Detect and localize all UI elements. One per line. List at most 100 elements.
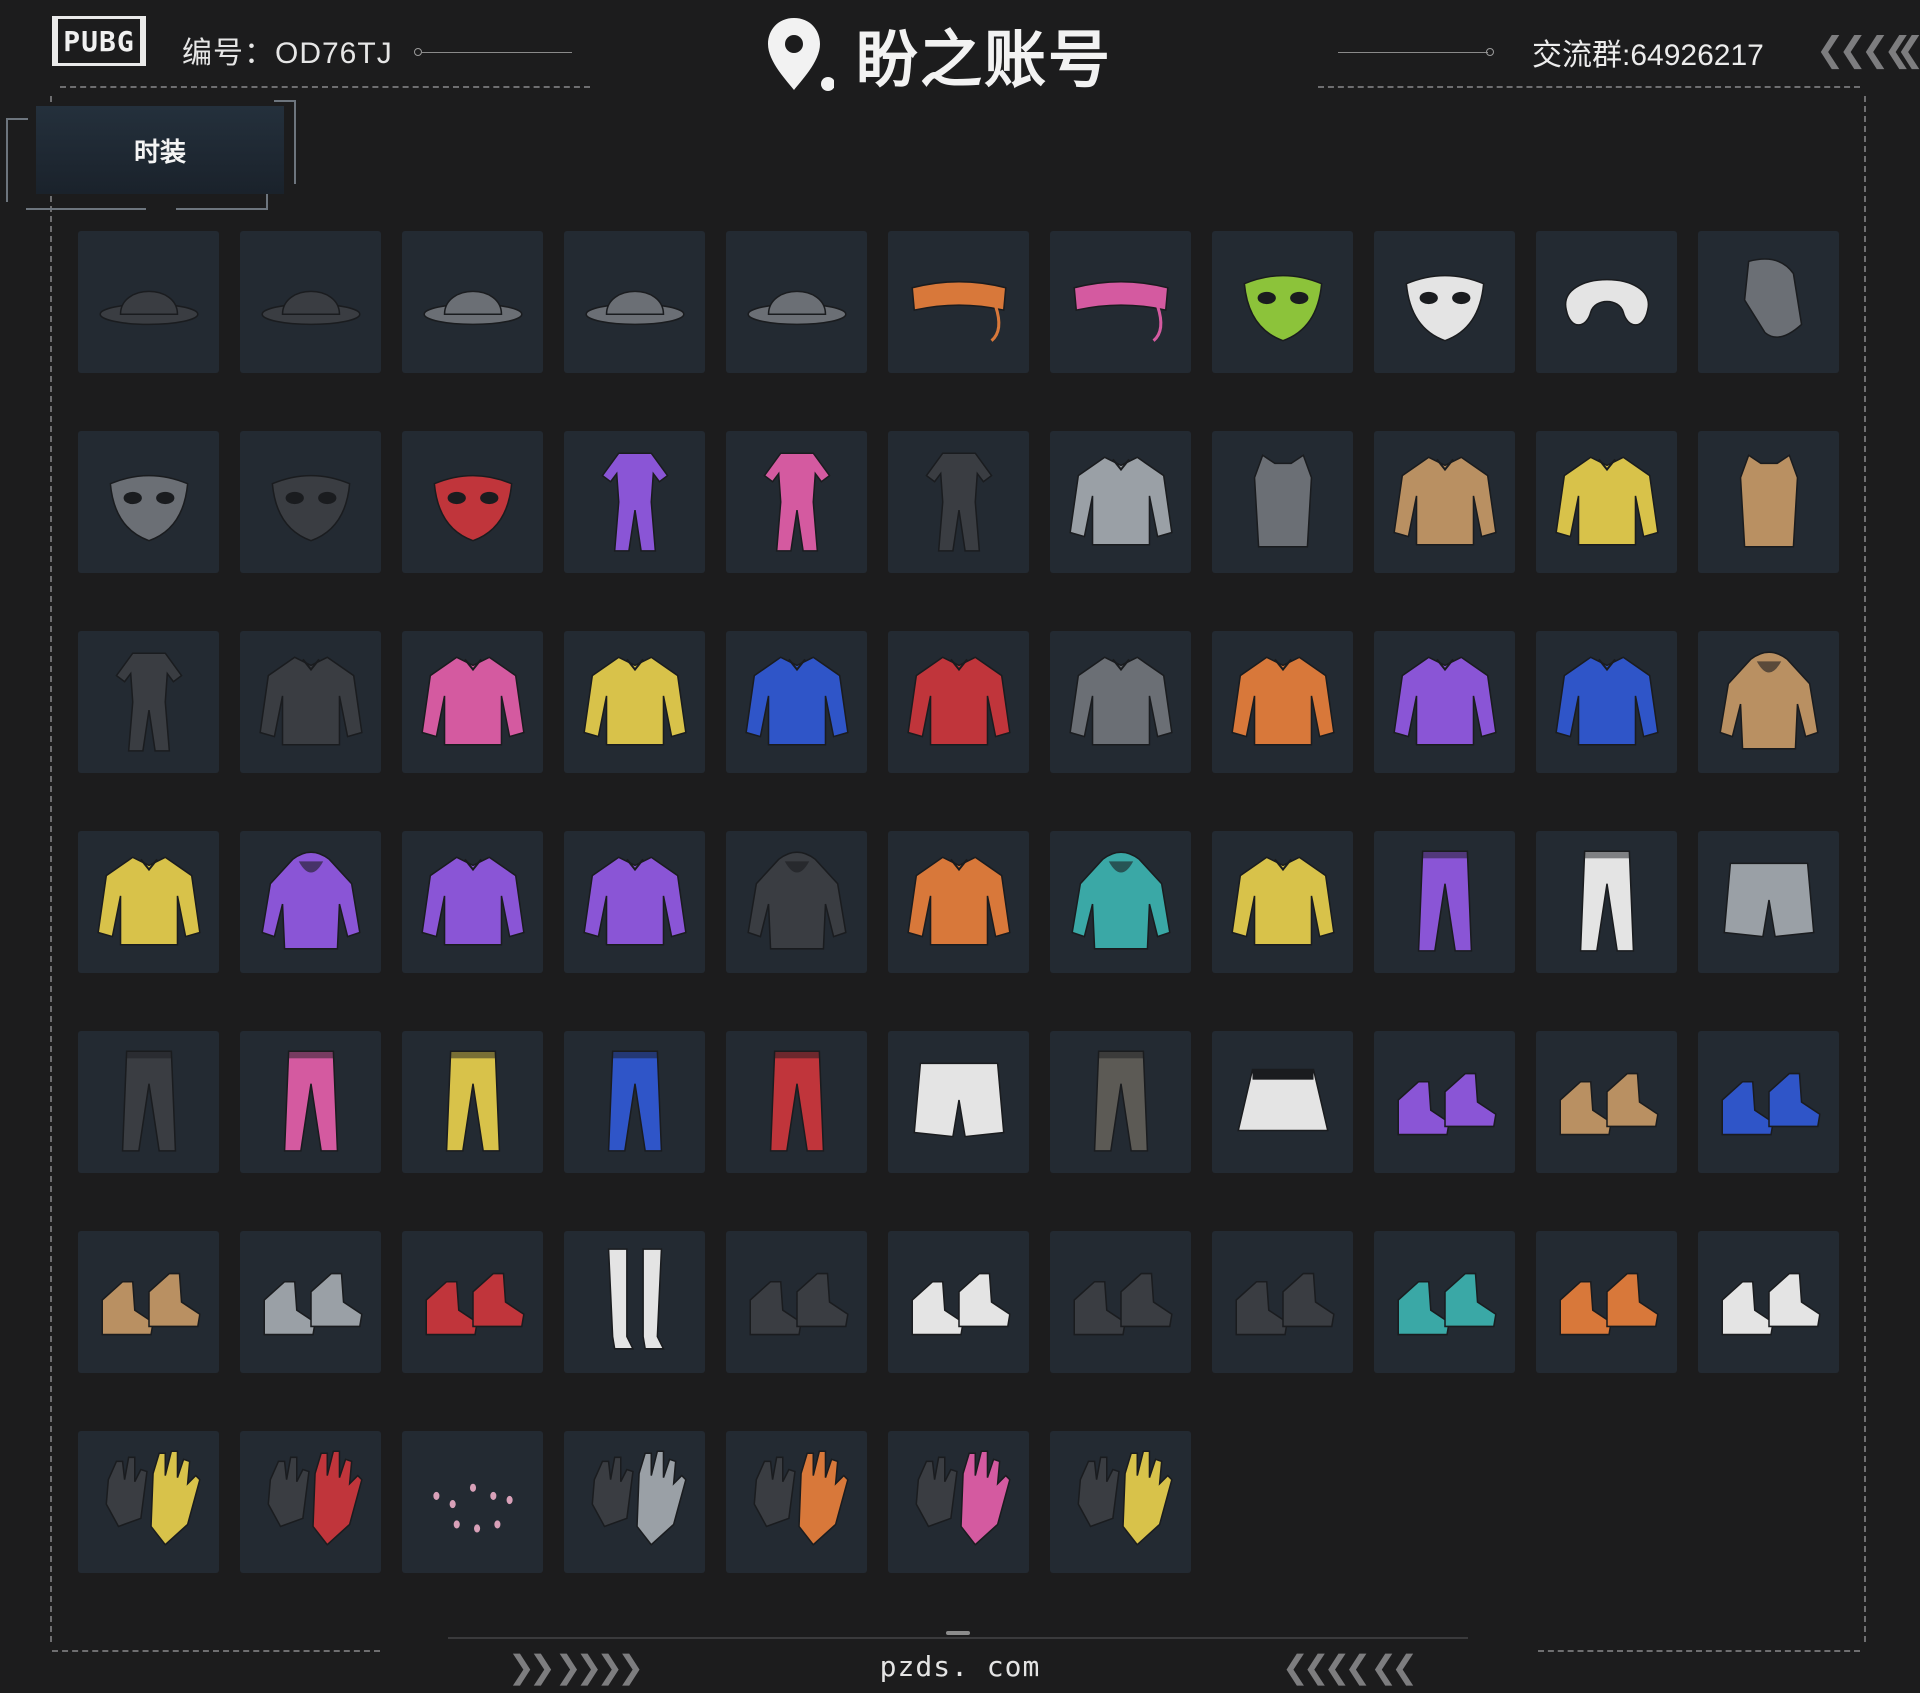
item-tile[interactable]: [1374, 631, 1515, 773]
item-tile[interactable]: [1050, 1231, 1191, 1373]
item-tile[interactable]: [1212, 1231, 1353, 1373]
item-tile[interactable]: [1536, 1231, 1677, 1373]
item-tile[interactable]: [78, 1031, 219, 1173]
item-tile[interactable]: [1698, 631, 1839, 773]
floral-shirt-icon: [1060, 639, 1182, 765]
item-tile[interactable]: [402, 1031, 543, 1173]
item-tile[interactable]: [402, 1231, 543, 1373]
item-tile[interactable]: [564, 1231, 705, 1373]
item-tile[interactable]: [1212, 631, 1353, 773]
item-tile[interactable]: [1212, 1031, 1353, 1173]
tactical-mask-icon: [250, 439, 372, 565]
item-tile[interactable]: [1536, 631, 1677, 773]
item-tile[interactable]: [888, 231, 1029, 373]
item-tile[interactable]: [726, 231, 867, 373]
pink-leggings-icon: [250, 1039, 372, 1165]
kitsune-fox-mask-icon: [1384, 239, 1506, 365]
orange-hi-top-sneakers-icon: [1546, 1239, 1668, 1365]
item-tile[interactable]: [240, 1031, 381, 1173]
item-tile[interactable]: [1212, 431, 1353, 573]
item-tile[interactable]: [78, 831, 219, 973]
item-tile[interactable]: [78, 631, 219, 773]
item-tile[interactable]: [888, 431, 1029, 573]
item-tile[interactable]: [240, 431, 381, 573]
item-tile[interactable]: [888, 1431, 1029, 1573]
item-tile[interactable]: [564, 231, 705, 373]
tab-fashion[interactable]: 时装: [36, 106, 284, 194]
item-tile[interactable]: [1212, 831, 1353, 973]
item-tile[interactable]: [1698, 231, 1839, 373]
item-tile[interactable]: [240, 231, 381, 373]
tan-desert-boots-icon: [1546, 1039, 1668, 1165]
black-purple-jacket-icon: [412, 839, 534, 965]
item-tile[interactable]: [888, 1231, 1029, 1373]
teal-ear-hoodie-icon: [1060, 839, 1182, 965]
item-tile[interactable]: [1374, 231, 1515, 373]
white-shorts-icon: [898, 1039, 1020, 1165]
white-black-sneakers-icon: [898, 1239, 1020, 1365]
black-tall-boots-icon: [1060, 1239, 1182, 1365]
item-tile[interactable]: [564, 631, 705, 773]
item-tile[interactable]: [240, 631, 381, 773]
chevrons-left-icon: ❮❮❮❮ ❮❮: [1282, 1648, 1418, 1686]
item-tile[interactable]: [1050, 1431, 1191, 1573]
yellow-leggings-icon: [412, 1039, 534, 1165]
item-tile[interactable]: [1050, 831, 1191, 973]
item-tile[interactable]: [564, 1031, 705, 1173]
item-tile[interactable]: [564, 1431, 705, 1573]
item-tile[interactable]: [1374, 831, 1515, 973]
item-tile[interactable]: [1536, 431, 1677, 573]
item-tile[interactable]: [1050, 431, 1191, 573]
visor-glasses-orange-icon: [898, 239, 1020, 365]
purple-racing-jacket-icon: [574, 839, 696, 965]
item-tile[interactable]: [1698, 831, 1839, 973]
item-tile[interactable]: [1698, 1231, 1839, 1373]
item-tile[interactable]: [1050, 231, 1191, 373]
item-tile[interactable]: [78, 1431, 219, 1573]
denim-shorts-icon: [1708, 839, 1830, 965]
item-tile[interactable]: [1536, 231, 1677, 373]
item-tile[interactable]: [1536, 831, 1677, 973]
item-tile[interactable]: [1536, 1031, 1677, 1173]
item-tile[interactable]: [726, 831, 867, 973]
item-tile[interactable]: [888, 631, 1029, 773]
item-tile[interactable]: [726, 431, 867, 573]
item-tile[interactable]: [726, 1231, 867, 1373]
item-tile[interactable]: [726, 631, 867, 773]
item-tile[interactable]: [240, 1231, 381, 1373]
item-tile[interactable]: [888, 831, 1029, 973]
item-tile[interactable]: [402, 631, 543, 773]
item-tile[interactable]: [564, 431, 705, 573]
item-tile[interactable]: [726, 1431, 867, 1573]
black-purple-pants-icon: [1384, 839, 1506, 965]
item-tile[interactable]: [402, 231, 543, 373]
item-tile[interactable]: [1374, 1031, 1515, 1173]
item-tile[interactable]: [78, 431, 219, 573]
item-tile[interactable]: [1374, 431, 1515, 573]
item-tile[interactable]: [78, 1231, 219, 1373]
item-tile[interactable]: [726, 1031, 867, 1173]
item-tile[interactable]: [888, 1031, 1029, 1173]
item-tile[interactable]: [1698, 431, 1839, 573]
tab-bracket: [294, 100, 296, 184]
item-tile[interactable]: [1374, 1231, 1515, 1373]
item-tile[interactable]: [402, 831, 543, 973]
red-demon-mask-icon: [412, 439, 534, 565]
item-tile[interactable]: [78, 231, 219, 373]
purple-horn-hoodie-icon: [250, 839, 372, 965]
tan-work-boots-icon: [88, 1239, 210, 1365]
item-tile[interactable]: [240, 831, 381, 973]
nail-set-icon: [412, 1439, 534, 1565]
site-url[interactable]: pzds. com: [0, 1650, 1920, 1683]
item-tile[interactable]: [1050, 631, 1191, 773]
white-stockings-icon: [574, 1239, 696, 1365]
item-tile[interactable]: [402, 1431, 543, 1573]
black-ankle-boots-icon: [736, 1239, 858, 1365]
item-tile[interactable]: [1212, 231, 1353, 373]
item-tile[interactable]: [240, 1431, 381, 1573]
item-tile[interactable]: [1698, 1031, 1839, 1173]
item-tile[interactable]: [1050, 1031, 1191, 1173]
item-tile[interactable]: [564, 831, 705, 973]
item-tile[interactable]: [402, 431, 543, 573]
category-tabs: 时装: [6, 100, 296, 212]
